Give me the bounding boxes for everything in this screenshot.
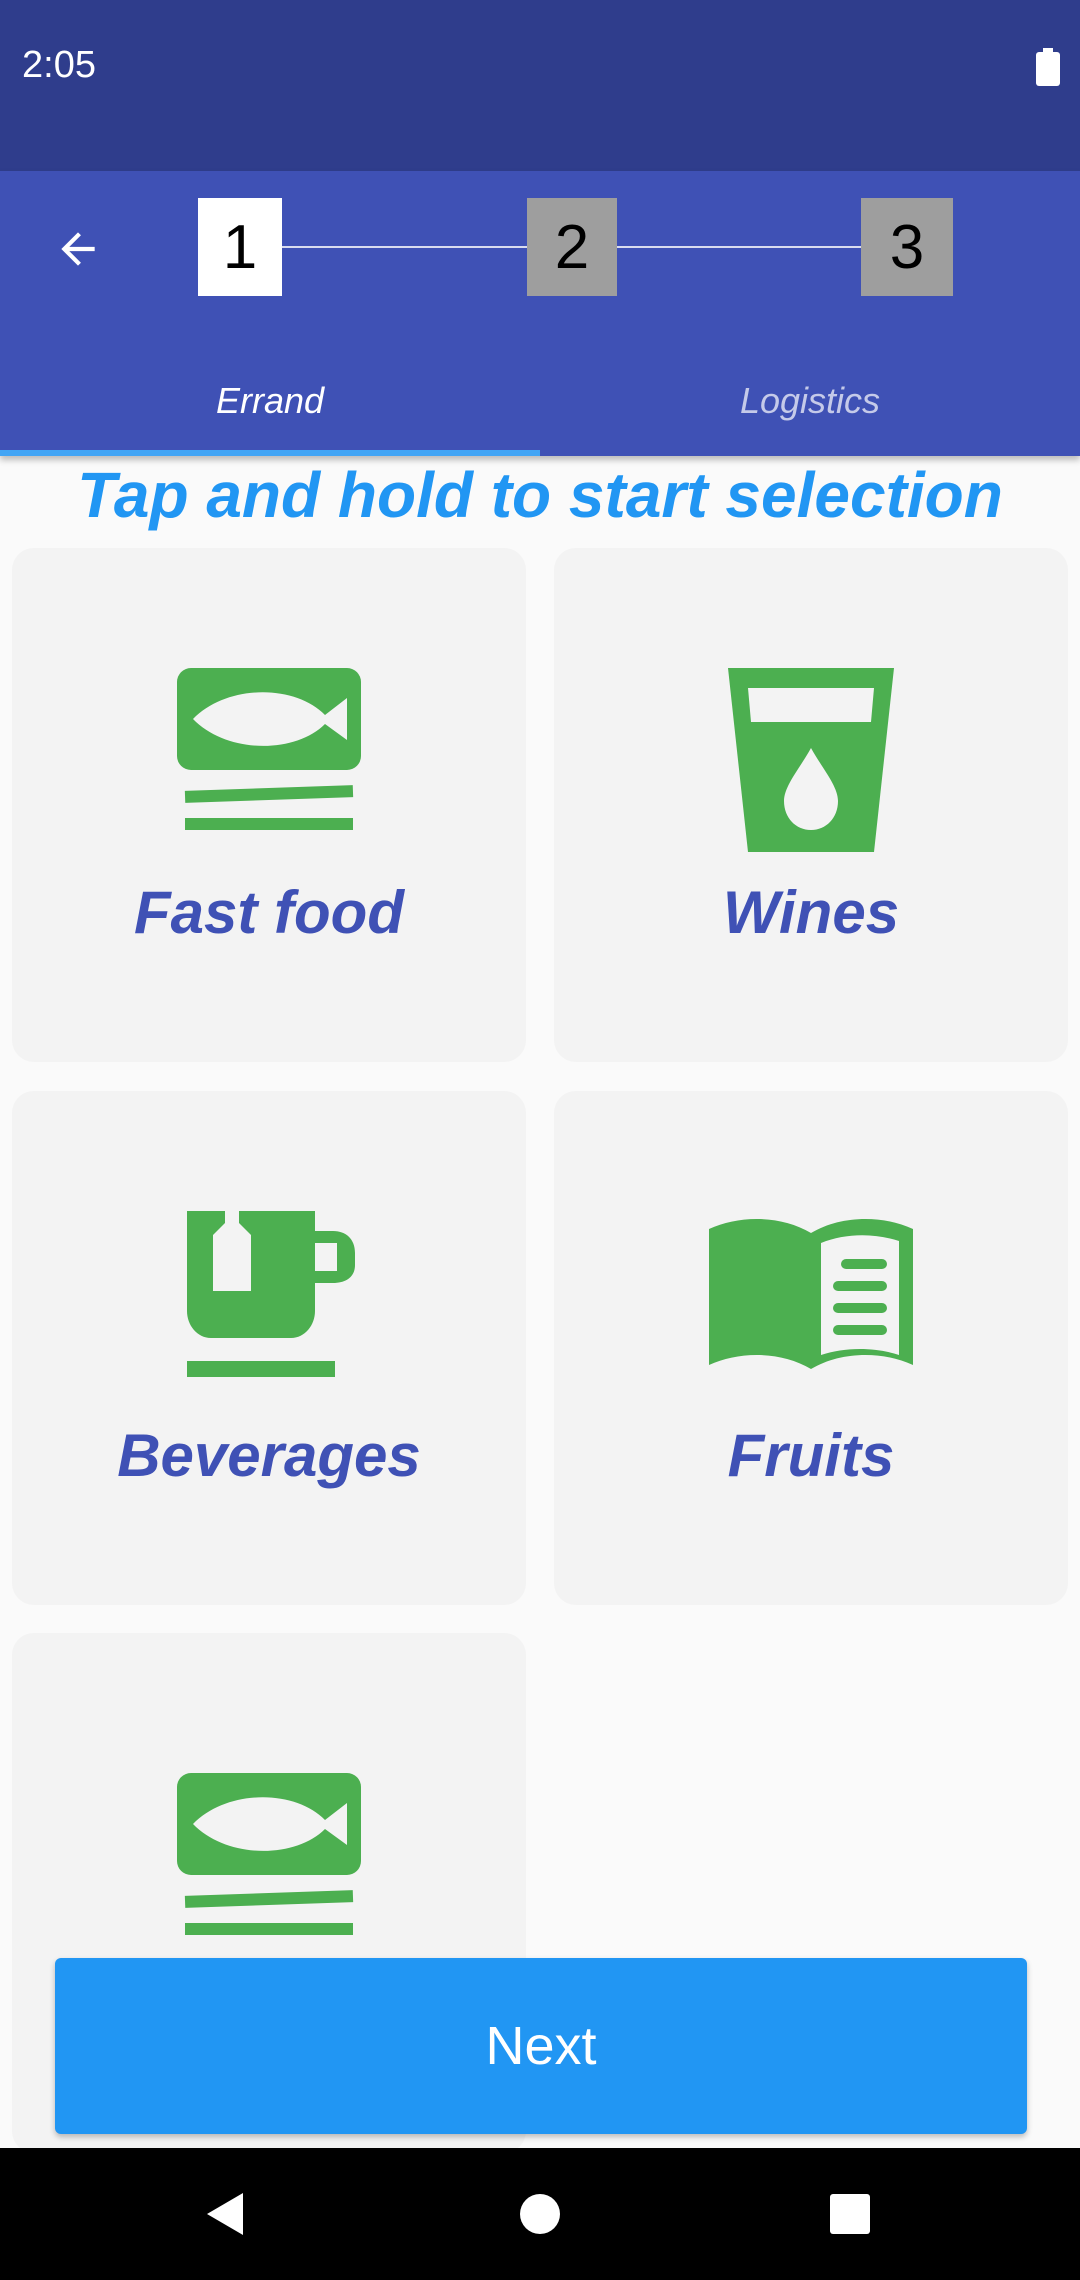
battery-full-icon [1036, 48, 1060, 86]
step-2[interactable]: 2 [527, 198, 617, 296]
system-nav-bar [0, 2148, 1080, 2280]
category-card-wines[interactable]: Wines [554, 548, 1068, 1062]
glass-drop-icon [728, 668, 894, 852]
category-card-fruits[interactable]: Fruits [554, 1091, 1068, 1605]
step-1[interactable]: 1 [198, 198, 282, 296]
category-label: Wines [722, 879, 900, 946]
selection-hint: Tap and hold to start selection [77, 459, 1003, 531]
tab-errand[interactable]: Errand [0, 346, 540, 456]
stepper-connector [282, 246, 527, 248]
circle-home-icon [520, 2194, 560, 2234]
nav-back-button[interactable] [190, 2178, 262, 2250]
tea-cup-icon [187, 1211, 355, 1377]
triangle-back-icon [207, 2193, 243, 2235]
category-label: Beverages [117, 1422, 421, 1489]
category-label: Fruits [727, 1422, 895, 1489]
step-label: 1 [222, 212, 258, 282]
step-label: 3 [889, 212, 925, 282]
nav-home-button[interactable] [504, 2178, 576, 2250]
tab-label: Logistics [739, 380, 881, 421]
tab-indicator [0, 450, 540, 456]
open-book-icon [709, 1218, 913, 1369]
arrow-back-icon [61, 232, 95, 266]
status-bar: 2:05 [0, 0, 1080, 171]
fish-plate-icon [177, 1773, 361, 1935]
back-button[interactable] [40, 211, 116, 287]
stepper-connector [617, 246, 861, 248]
next-button[interactable]: Next [55, 1958, 1027, 2134]
step-3[interactable]: 3 [861, 198, 953, 296]
tab-logistics[interactable]: Logistics [540, 346, 1080, 456]
status-time: 2:05 [22, 44, 96, 86]
tab-label: Errand [215, 380, 325, 421]
category-label: Fast food [134, 879, 404, 946]
nav-recents-button[interactable] [814, 2178, 886, 2250]
step-label: 2 [554, 212, 590, 282]
category-card-fast-food[interactable]: Fast food [12, 548, 526, 1062]
square-recents-icon [830, 2194, 870, 2234]
category-card-beverages[interactable]: Beverages [12, 1091, 526, 1605]
fish-plate-icon [177, 668, 361, 830]
next-button-label: Next [485, 2016, 597, 2076]
app-bar: 1 2 3 Errand Logistics [0, 171, 1080, 456]
